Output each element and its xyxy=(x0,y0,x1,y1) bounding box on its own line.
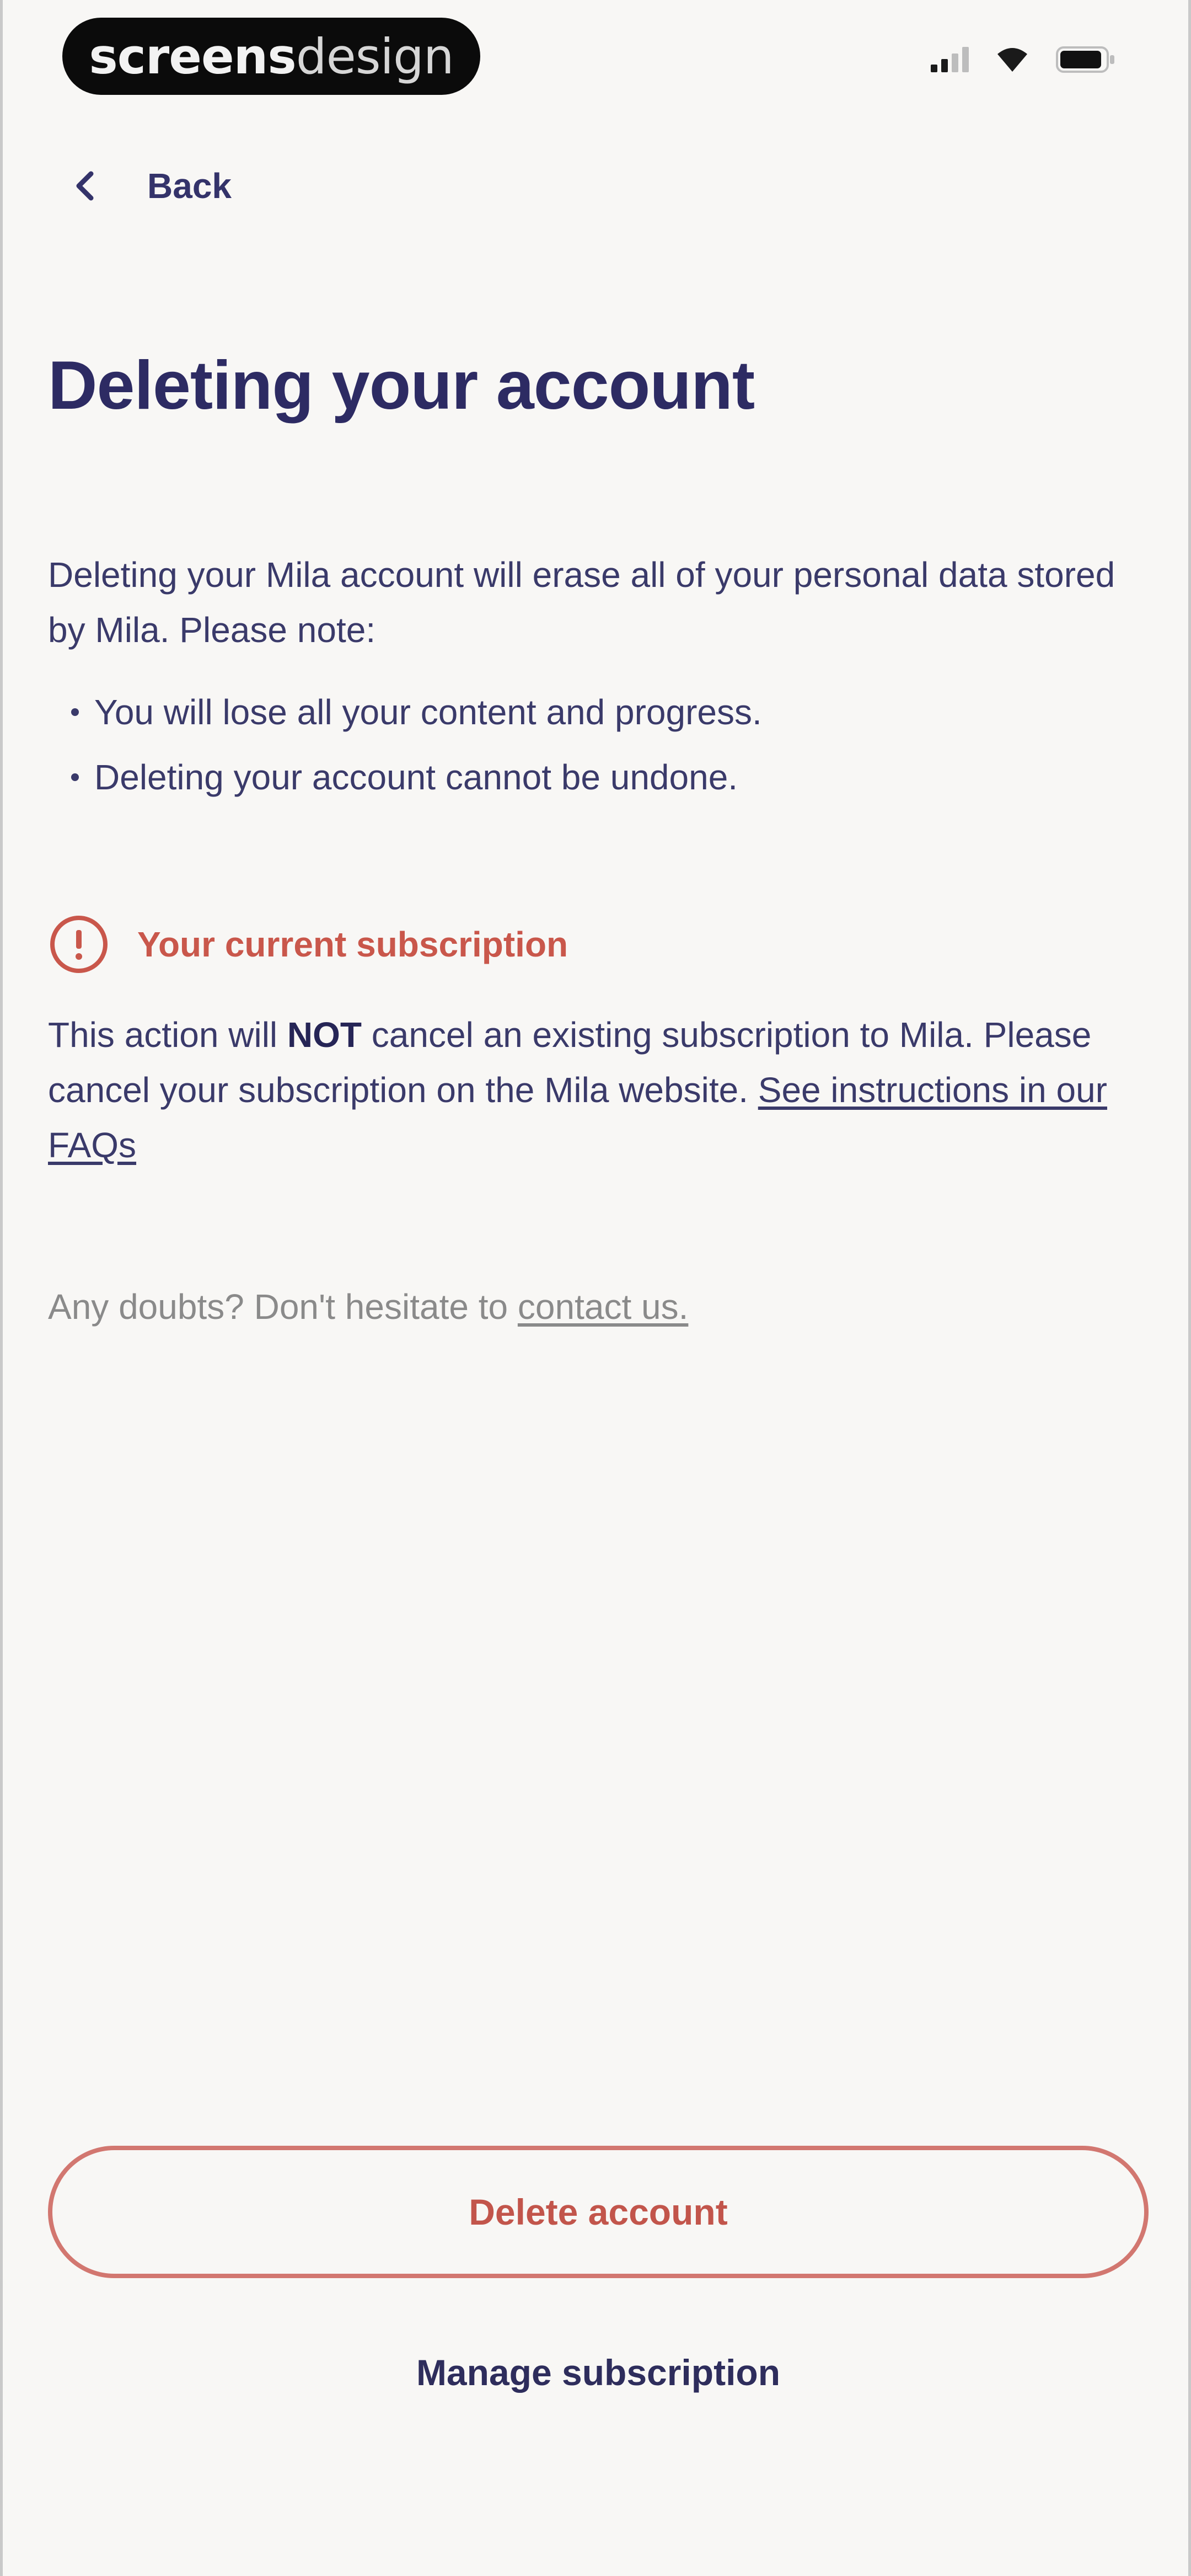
delete-account-button[interactable]: Delete account xyxy=(48,2146,1149,2278)
manage-subscription-button[interactable]: Manage subscription xyxy=(3,2337,1191,2408)
consequences-list: You will lose all your content and progr… xyxy=(71,680,762,810)
account-deletion-screen: screens design Back Deleting your account… xyxy=(0,0,1191,2576)
status-bar: screens design xyxy=(3,0,1188,110)
list-item: You will lose all your content and progr… xyxy=(71,680,762,745)
help-text-label: Any doubts? Don't hesitate to xyxy=(48,1287,518,1327)
chevron-left-icon xyxy=(76,171,94,201)
status-icons xyxy=(931,45,1117,74)
subscription-warning: Your current subscription xyxy=(48,913,568,975)
signal-icon xyxy=(931,47,969,72)
wifi-icon xyxy=(997,48,1027,72)
intro-text: Deleting your Mila account will erase al… xyxy=(48,555,1115,650)
back-label: Back xyxy=(147,166,232,206)
alert-circle-icon xyxy=(50,916,108,973)
note-emphasis: NOT xyxy=(287,1015,362,1055)
battery-icon xyxy=(1056,46,1114,73)
carrier-badge: screens design xyxy=(62,18,480,95)
note-text-before: This action will xyxy=(48,1015,287,1055)
contact-us-link[interactable]: contact us. xyxy=(518,1287,689,1327)
help-text: Any doubts? Don't hesitate to contact us… xyxy=(48,1286,688,1327)
subscription-note: This action will NOT cancel an existing … xyxy=(48,1007,1145,1173)
warning-heading: Your current subscription xyxy=(137,924,568,964)
carrier-name-bold: screens xyxy=(89,28,296,85)
back-button[interactable]: Back xyxy=(74,165,232,206)
carrier-name-light: design xyxy=(296,28,454,85)
list-item: Deleting your account cannot be undone. xyxy=(71,745,762,810)
page-title: Deleting your account xyxy=(48,348,755,424)
